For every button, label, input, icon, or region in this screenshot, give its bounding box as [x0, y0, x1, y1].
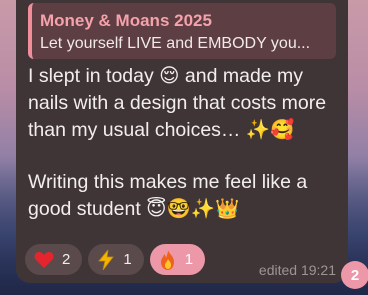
edited-timestamp: edited 19:21	[258, 262, 336, 278]
fire-icon	[159, 249, 177, 270]
unread-count-badge[interactable]: 2	[341, 261, 368, 289]
reactions-bar: 2 1 1	[25, 244, 206, 275]
reaction-count: 2	[62, 251, 71, 268]
reply-text: Let yourself LIVE and EMBODY you...	[40, 35, 311, 52]
heart-icon	[34, 251, 54, 269]
lightning-icon	[97, 249, 115, 270]
message-bubble[interactable]: Money & Moans 2025 Let yourself LIVE and…	[16, 0, 348, 283]
message-paragraph-1: I slept in today 😌 and made my nails wit…	[28, 65, 327, 141]
reaction-lightning[interactable]: 1	[88, 244, 144, 275]
message-paragraph-2: Writing this makes me feel like a good s…	[28, 171, 308, 220]
reaction-count: 1	[184, 251, 194, 268]
reply-title: Money & Moans 2025	[40, 11, 212, 30]
reaction-heart[interactable]: 2	[25, 244, 83, 275]
reaction-fire[interactable]: 1	[149, 244, 206, 275]
reply-quote[interactable]: Money & Moans 2025 Let yourself LIVE and…	[28, 3, 336, 59]
reaction-count: 1	[123, 251, 132, 268]
message-text: I slept in today 😌 and made my nails wit…	[28, 63, 340, 223]
